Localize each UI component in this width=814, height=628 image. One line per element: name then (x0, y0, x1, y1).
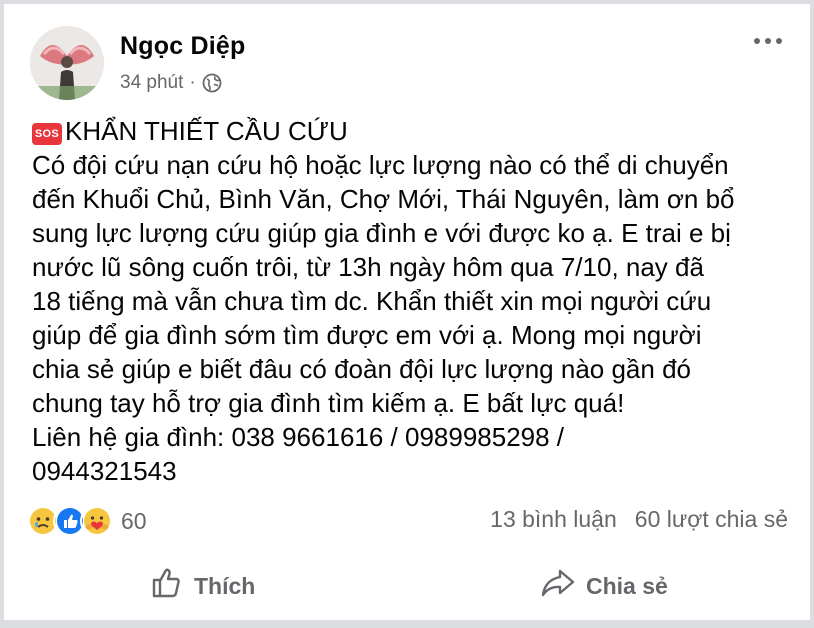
author-avatar[interactable] (30, 26, 104, 100)
post-text: SOS KHẨN THIẾT CẦU CỨU Có đội cứu nạn cứu… (32, 114, 802, 488)
post-line: sung lực lượng cứu giúp gia đình e với đ… (32, 218, 731, 248)
post-line: Có đội cứu nạn cứu hộ hoặc lực lượng nào… (32, 150, 729, 180)
post-line: giúp để gia đình sớm tìm được em với ạ. … (32, 320, 702, 350)
reaction-summary[interactable]: 60 (26, 504, 147, 538)
author-name[interactable]: Ngọc Diệp (120, 32, 245, 61)
share-arrow-icon (540, 566, 576, 606)
share-button[interactable]: Chia sẻ (540, 566, 668, 606)
care-reaction-icon (80, 504, 114, 538)
post-line: nước lũ sông cuốn trôi, từ 13h ngày hôm … (32, 252, 704, 282)
sos-icon: SOS (32, 123, 62, 145)
post-actions: Thích Chia sẻ (4, 560, 810, 610)
globe-icon (202, 73, 222, 93)
share-count[interactable]: 60 lượt chia sẻ (635, 506, 788, 533)
post-line: đến Khuổi Chủ, Bình Văn, Chợ Mới, Thái N… (32, 184, 735, 214)
reaction-count: 60 (121, 507, 147, 534)
post-line: chia sẻ giúp e biết đâu có đoàn đội lực … (32, 354, 691, 384)
post-line: chung tay hỗ trợ gia đình tìm kiếm ạ. E … (32, 388, 625, 418)
post-meta: 34 phút · (120, 72, 222, 94)
post-line: Liên hệ gia đình: 038 9661616 / 09899852… (32, 422, 565, 452)
post-headline: KHẨN THIẾT CẦU CỨU (65, 116, 348, 146)
post-line: 18 tiếng mà vẫn chưa tìm dc. Khẩn thiết … (32, 286, 712, 316)
meta-separator: · (189, 72, 196, 93)
like-button[interactable]: Thích (150, 566, 255, 606)
thumbs-up-icon (150, 566, 184, 606)
post-stats: 60 13 bình luận 60 lượt chia sẻ (26, 502, 788, 538)
post-headline-line: SOS KHẨN THIẾT CẦU CỨU (32, 114, 802, 148)
post-header: Ngọc Diệp 34 phút · (24, 24, 790, 104)
more-horizontal-icon[interactable] (754, 38, 782, 44)
comment-count[interactable]: 13 bình luận (490, 506, 617, 533)
like-label: Thích (194, 572, 256, 599)
post-line: 0944321543 (32, 456, 177, 486)
post-card: Ngọc Diệp 34 phút · SOS KHẨN THIẾT CẦU CỨ… (4, 4, 810, 620)
engagement-counts: 13 bình luận 60 lượt chia sẻ (490, 506, 788, 533)
share-label: Chia sẻ (586, 572, 668, 599)
post-timestamp[interactable]: 34 phút (120, 72, 183, 94)
